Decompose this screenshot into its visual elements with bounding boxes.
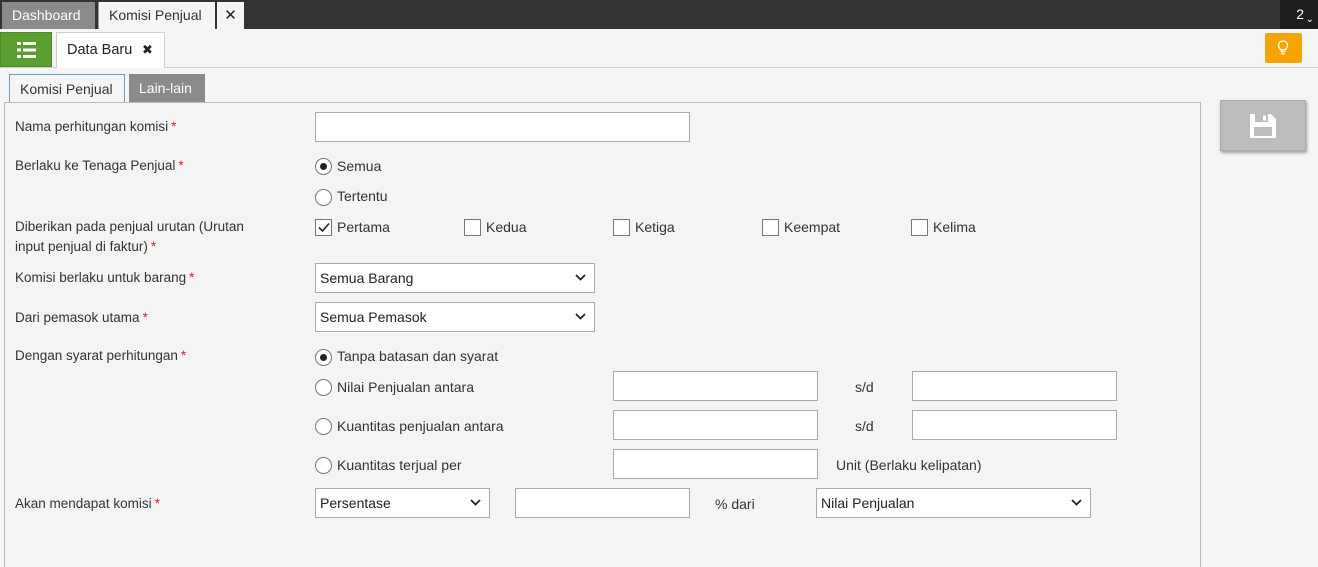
komisi-type-select[interactable]: Persentase: [315, 488, 490, 518]
urutan-kedua-label: Kedua: [486, 219, 527, 235]
syarat-tanpa-radio[interactable]: [315, 349, 332, 366]
chevron-down-icon: [575, 313, 586, 320]
barang-label: Komisi berlaku untuk barang *: [15, 270, 195, 285]
nilai-to-input[interactable]: [912, 371, 1117, 401]
tab-komisi-penjual[interactable]: Komisi Penjual: [98, 2, 215, 29]
syarat-kuantitas-radio[interactable]: [315, 418, 332, 435]
syarat-nilai-label: Nilai Penjualan antara: [337, 379, 474, 395]
close-icon[interactable]: ✖: [142, 33, 153, 67]
berlaku-tertentu-radio[interactable]: [315, 189, 332, 206]
syarat-nilai-radio[interactable]: [315, 379, 332, 396]
komisi-value-input[interactable]: [515, 488, 690, 518]
kuantitas-from-input[interactable]: [613, 410, 818, 440]
urutan-pertama-checkbox[interactable]: [315, 219, 332, 236]
tab-data-baru[interactable]: Data Baru ✖: [56, 32, 165, 68]
komisi-label: Akan mendapat komisi *: [15, 496, 160, 511]
tips-button[interactable]: [1265, 33, 1302, 63]
unit-note: Unit (Berlaku kelipatan): [836, 457, 982, 473]
save-disk-icon: [1250, 114, 1276, 138]
kuantitas-sd-label: s/d: [855, 418, 874, 434]
tab-data-baru-label: Data Baru: [67, 42, 133, 58]
komisi-type-value: Persentase: [320, 495, 391, 511]
nilai-from-input[interactable]: [613, 371, 818, 401]
chevron-down-icon: ⌄: [1305, 14, 1314, 25]
pemasok-label: Dari pemasok utama *: [15, 310, 148, 325]
urutan-kedua-checkbox[interactable]: [464, 219, 481, 236]
tab-lain-lain[interactable]: Lain-lain: [129, 74, 205, 103]
syarat-label: Dengan syarat perhitungan *: [15, 348, 187, 363]
barang-select-value: Semua Barang: [320, 270, 414, 286]
urutan-ketiga-checkbox[interactable]: [613, 219, 630, 236]
urutan-pertama-label: Pertama: [337, 219, 390, 235]
persen-dari-label: % dari: [715, 496, 755, 512]
urutan-keempat-checkbox[interactable]: [762, 219, 779, 236]
pemasok-select-value: Semua Pemasok: [320, 309, 427, 325]
pemasok-select[interactable]: Semua Pemasok: [315, 302, 595, 332]
close-tab-icon[interactable]: ✕: [217, 2, 244, 29]
nama-label: Nama perhitungan komisi *: [15, 119, 177, 134]
urutan-kelima-checkbox[interactable]: [911, 219, 928, 236]
kuantitas-to-input[interactable]: [912, 410, 1117, 440]
urutan-keempat-label: Keempat: [784, 219, 841, 235]
tab-dashboard[interactable]: Dashboard: [2, 2, 95, 29]
syarat-tanpa-label: Tanpa batasan dan syarat: [337, 348, 499, 364]
terjual-per-input[interactable]: [613, 449, 818, 479]
save-button[interactable]: [1220, 100, 1306, 151]
nama-input[interactable]: [315, 112, 690, 142]
urutan-label-line2: input penjual di faktur) *: [15, 239, 157, 254]
berlaku-semua-label: Semua: [337, 158, 382, 174]
chevron-down-icon: [470, 499, 481, 506]
tab-komisi-penjual-form[interactable]: Komisi Penjual: [9, 74, 125, 103]
open-tabs-counter[interactable]: 2 ⌄: [1280, 0, 1318, 29]
dari-select-value: Nilai Penjualan: [821, 495, 915, 511]
top-tab-bar: Dashboard Komisi Penjual ✕ 2 ⌄: [0, 0, 1318, 29]
urutan-kelima-label: Kelima: [933, 219, 976, 235]
barang-select[interactable]: Semua Barang: [315, 263, 595, 293]
nilai-sd-label: s/d: [855, 379, 874, 395]
berlaku-tertentu-label: Tertentu: [337, 188, 388, 204]
syarat-terjual-label: Kuantitas terjual per: [337, 457, 462, 473]
list-menu-icon: [17, 42, 36, 58]
syarat-kuantitas-label: Kuantitas penjualan antara: [337, 418, 504, 434]
document-tab-bar: Data Baru ✖: [0, 29, 1318, 68]
dari-select[interactable]: Nilai Penjualan: [816, 488, 1091, 518]
checkmark-icon: [318, 222, 330, 233]
chevron-down-icon: [1071, 499, 1082, 506]
syarat-terjual-radio[interactable]: [315, 457, 332, 474]
urutan-label-line1: Diberikan pada penjual urutan (Urutan: [15, 219, 244, 234]
urutan-ketiga-label: Ketiga: [635, 219, 675, 235]
menu-button[interactable]: [0, 32, 52, 67]
berlaku-label: Berlaku ke Tenaga Penjual *: [15, 158, 184, 173]
lightbulb-icon: [1277, 40, 1289, 55]
berlaku-semua-radio[interactable]: [315, 158, 332, 175]
open-tabs-count: 2: [1296, 6, 1304, 22]
chevron-down-icon: [575, 274, 586, 281]
